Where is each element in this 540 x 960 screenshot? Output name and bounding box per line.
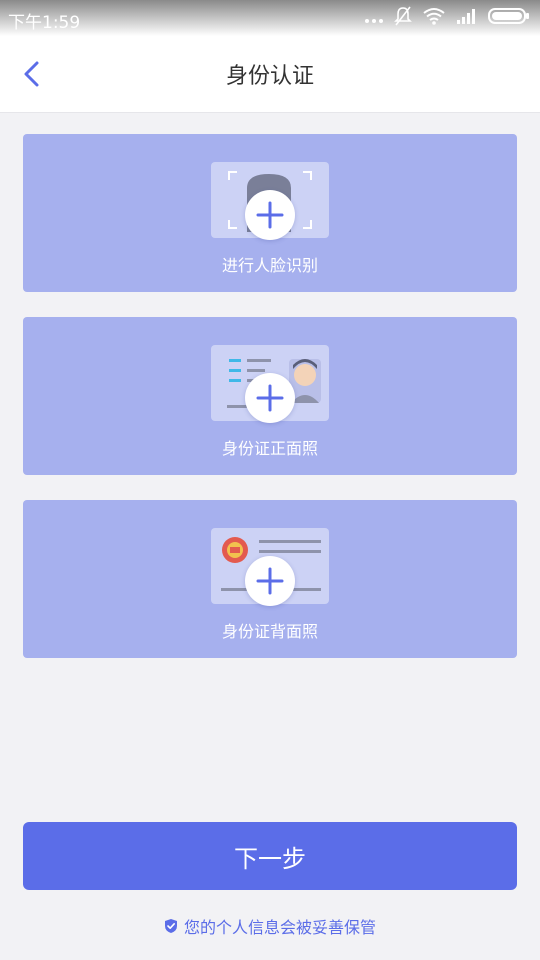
id-back-label: 身份证背面照 bbox=[221, 622, 318, 641]
next-button[interactable]: 下一步 bbox=[23, 822, 517, 890]
privacy-text: 您的个人信息会被妥善保管 bbox=[183, 918, 376, 937]
status-bar: 下午1:59 bbox=[0, 0, 540, 36]
add-id-front-button[interactable] bbox=[245, 373, 295, 423]
add-id-back-button[interactable] bbox=[245, 556, 295, 606]
bell-muted-icon bbox=[394, 6, 412, 30]
face-recognition-label: 进行人脸识别 bbox=[221, 256, 318, 275]
shield-check-icon bbox=[164, 919, 177, 933]
face-recognition-card[interactable]: 进行人脸识别 bbox=[23, 134, 517, 292]
header: 身份认证 bbox=[0, 36, 540, 113]
status-icons bbox=[364, 6, 530, 30]
add-face-button[interactable] bbox=[245, 190, 295, 240]
id-front-label: 身份证正面照 bbox=[221, 439, 318, 458]
id-front-card[interactable]: 身份证正面照 bbox=[23, 317, 517, 475]
wifi-icon bbox=[422, 7, 446, 29]
plus-icon bbox=[256, 567, 284, 595]
more-dots-icon bbox=[364, 9, 384, 28]
plus-icon bbox=[256, 384, 284, 412]
privacy-note: 您的个人信息会被妥善保管 bbox=[0, 914, 540, 938]
id-back-card[interactable]: 身份证背面照 bbox=[23, 500, 517, 658]
battery-icon bbox=[488, 7, 530, 29]
plus-icon bbox=[256, 201, 284, 229]
status-time: 下午1:59 bbox=[8, 13, 81, 33]
signal-icon bbox=[456, 8, 478, 28]
page-title: 身份认证 bbox=[225, 64, 314, 89]
